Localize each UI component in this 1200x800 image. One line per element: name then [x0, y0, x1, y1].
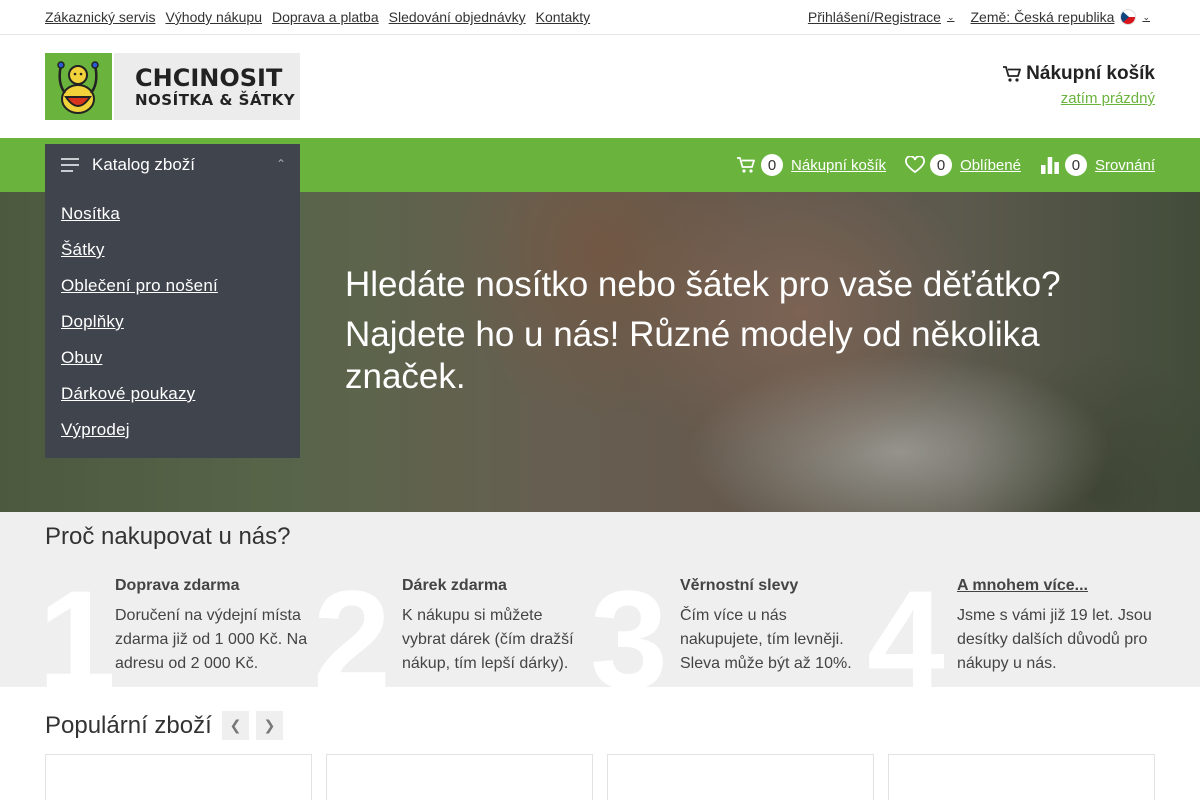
site-header: CHCINOSIT NOSÍTKA & ŠÁTKY Nákupní košík …: [0, 35, 1200, 138]
carousel-next-button[interactable]: ❯: [256, 711, 283, 740]
catalog-menu: Katalog zboží ⌃ Nosítka Šátky Oblečení p…: [45, 144, 300, 458]
why-shop-section: Proč nakupovat u nás? 1 Doprava zdarma D…: [0, 512, 1200, 687]
catalog-item-obuv[interactable]: Obuv: [61, 340, 284, 376]
why-item-title: Dárek zdarma: [402, 577, 507, 594]
compare-count-badge: 0: [1064, 154, 1087, 176]
logo-text: CHCINOSIT NOSÍTKA & ŠÁTKY: [112, 53, 300, 120]
product-card[interactable]: [607, 754, 874, 800]
why-item-text: Čím více u nás nakupujete, tím levněji. …: [680, 607, 852, 672]
catalog-list: Nosítka Šátky Oblečení pro nošení Doplňk…: [45, 186, 300, 458]
logo-line-1: CHCINOSIT: [135, 63, 283, 92]
link-order-tracking[interactable]: Sledování objednávky: [389, 9, 526, 25]
nav-favorites-label: Oblíbené: [960, 156, 1021, 174]
why-number: 4: [867, 561, 945, 688]
why-item-text: Doručení na výdejní místa zdarma již od …: [115, 607, 308, 672]
link-customer-service[interactable]: Zákaznický servis: [45, 9, 155, 25]
chevron-down-icon: ⌄: [1142, 11, 1150, 22]
header-cart-label: Nákupní košík: [1026, 63, 1155, 84]
header-cart[interactable]: Nákupní košík zatím prázdný: [1002, 63, 1155, 108]
login-label: Přihlášení/Registrace: [807, 9, 941, 25]
hero-heading-line-2: Najdete ho u nás! Různé modely od několi…: [345, 315, 1040, 396]
catalog-toggle[interactable]: Katalog zboží ⌃: [45, 144, 300, 186]
nav-compare-label: Srovnání: [1094, 156, 1155, 174]
chevron-down-icon: ⌄: [946, 11, 955, 22]
service-links: Zákaznický servis Výhody nákupu Doprava …: [45, 9, 600, 25]
link-shipping-payment[interactable]: Doprava a platba: [272, 9, 379, 25]
link-contacts[interactable]: Kontakty: [536, 9, 590, 25]
cart-count-badge: 0: [761, 154, 784, 176]
link-purchase-benefits[interactable]: Výhody nákupu: [165, 9, 262, 25]
heart-icon: [905, 156, 925, 174]
country-dropdown[interactable]: Země: Česká republika ⌄: [970, 9, 1150, 25]
why-item-text: K nákupu si můžete vybrat dárek (čím dra…: [402, 607, 574, 672]
why-title: Proč nakupovat u nás?: [45, 523, 291, 550]
product-card[interactable]: [326, 754, 593, 800]
product-card[interactable]: [888, 754, 1155, 800]
chevron-up-icon: ⌃: [275, 157, 286, 171]
country-label: Země: Česká republika: [970, 9, 1115, 25]
why-item-title-link[interactable]: A mnohem více...: [957, 577, 1088, 595]
hero-heading-line-1: Hledáte nosítko nebo šátek pro vaše děťá…: [345, 265, 1061, 304]
nav-cart[interactable]: 0 Nákupní košík: [736, 154, 886, 176]
why-number: 1: [38, 561, 116, 688]
nav-compare[interactable]: 0 Srovnání: [1040, 154, 1155, 176]
nav-shortcuts: 0 Nákupní košík 0 Oblíbené 0 Srovnání: [717, 138, 1155, 192]
czech-flag-icon: [1120, 9, 1137, 25]
chevron-right-icon: ❯: [263, 717, 276, 733]
menu-icon: [61, 158, 79, 172]
why-item-title: Věrnostní slevy: [680, 577, 799, 594]
nav-favorites[interactable]: 0 Oblíbené: [905, 154, 1021, 176]
favorites-count-badge: 0: [930, 154, 953, 176]
catalog-item-obleceni[interactable]: Oblečení pro nošení: [61, 268, 284, 304]
catalog-item-satky[interactable]: Šátky: [61, 232, 284, 268]
top-bar: Zákaznický servis Výhody nákupu Doprava …: [0, 0, 1200, 35]
catalog-item-doplnky[interactable]: Doplňky: [61, 304, 284, 340]
why-item-title: Doprava zdarma: [115, 577, 240, 594]
popular-title: Populární zboží: [45, 712, 212, 739]
nav-cart-label: Nákupní košík: [791, 156, 887, 174]
why-number: 3: [590, 561, 668, 688]
catalog-item-nositka[interactable]: Nosítka: [61, 196, 284, 232]
why-item-text: Jsme s vámi již 19 let. Jsou desítky dal…: [957, 607, 1152, 672]
logo-line-2: NOSÍTKA & ŠÁTKY: [135, 90, 296, 109]
header-cart-status[interactable]: zatím prázdný: [1061, 90, 1155, 107]
chevron-left-icon: ❮: [229, 717, 242, 733]
catalog-item-vyprodej[interactable]: Výprodej: [61, 412, 284, 448]
carousel-prev-button[interactable]: ❮: [222, 711, 249, 740]
account-country: Přihlášení/Registrace ⌄ Země: Česká repu…: [792, 9, 1150, 25]
why-number: 2: [313, 561, 391, 688]
bar-chart-icon: [1040, 157, 1059, 174]
cart-icon: [737, 157, 755, 173]
cart-icon: [1003, 66, 1022, 82]
logo-mark-icon: [45, 53, 112, 120]
header-cart-title: Nákupní košík: [1002, 63, 1155, 85]
site-logo[interactable]: CHCINOSIT NOSÍTKA & ŠÁTKY: [45, 53, 300, 120]
catalog-item-poukazy[interactable]: Dárkové poukazy: [61, 376, 284, 412]
catalog-title: Katalog zboží: [92, 155, 196, 174]
login-dropdown[interactable]: Přihlášení/Registrace ⌄: [808, 9, 955, 25]
product-card[interactable]: [45, 754, 312, 800]
